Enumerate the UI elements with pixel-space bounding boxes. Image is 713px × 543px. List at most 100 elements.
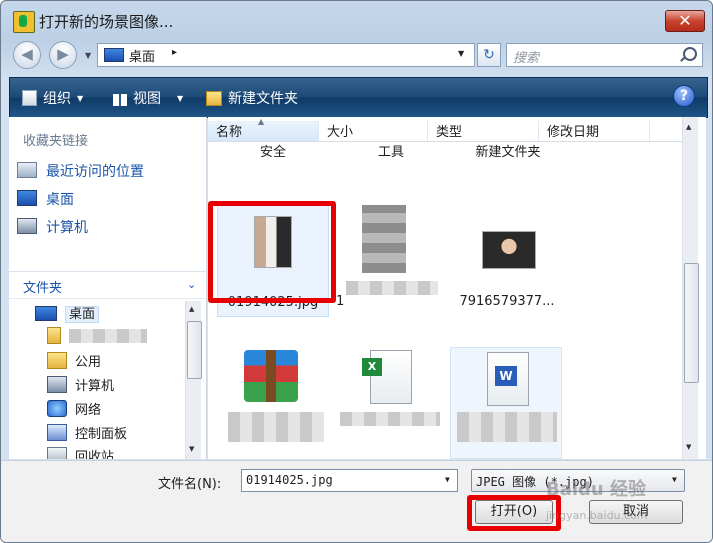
tree-item-user[interactable] (47, 327, 147, 349)
command-toolbar: 组织 ▼ 视图 ▼ 新建文件夹 ? (9, 77, 708, 118)
recent-places-icon (17, 162, 37, 178)
tree-item-computer[interactable]: 计算机 (47, 375, 114, 397)
address-row: ◀ ▶ ▼ 桌面 ▸ ▼ ↻ 搜索 (1, 37, 712, 71)
search-placeholder: 搜索 (513, 51, 540, 66)
help-icon[interactable]: ? (673, 85, 695, 107)
views-icon (113, 94, 127, 106)
chevron-down-icon[interactable]: ⌄ (187, 278, 196, 291)
title-bar: 打开新的场景图像... ✕ (1, 1, 712, 37)
column-label: 修改日期 (547, 125, 600, 140)
archive-file-tile[interactable] (222, 342, 332, 452)
column-label: 名称 (216, 125, 243, 140)
scroll-up-icon[interactable]: ▲ (686, 123, 691, 131)
address-bar[interactable]: 桌面 ▸ ▼ (97, 43, 475, 67)
redacted-filename (457, 412, 557, 442)
tree-item-control-panel[interactable]: 控制面板 (47, 423, 127, 445)
dialog-footer: 文件名(N): 01914025.jpg ▼ JPEG 图像 (*.jpg) ▼… (1, 460, 712, 542)
folder-label-new-folder[interactable]: 新建文件夹 (453, 141, 563, 160)
file-tile-3[interactable]: 7916579377... (452, 205, 562, 315)
file-list-scrollbar[interactable]: ▲ ▼ (682, 117, 699, 459)
organize-dropdown-icon: ▼ (77, 94, 84, 103)
selection-highlight-box (208, 201, 336, 303)
search-icon[interactable] (683, 47, 697, 61)
breadcrumb-arrow-icon[interactable]: ▸ (172, 47, 177, 58)
favorites-header: 收藏夹链接 (23, 134, 89, 149)
views-label: 视图 (133, 91, 161, 107)
new-folder-icon (206, 91, 222, 106)
favorite-recent-places[interactable]: 最近访问的位置 (17, 161, 144, 181)
recent-pages-dropdown[interactable]: ▼ (85, 51, 91, 60)
new-folder-label: 新建文件夹 (228, 91, 298, 107)
desktop-icon (17, 190, 37, 206)
redacted-filename (340, 412, 440, 426)
column-type[interactable]: 类型 (428, 121, 539, 141)
address-location[interactable]: 桌面 (129, 46, 155, 65)
folders-scroll-thumb[interactable] (187, 321, 202, 379)
tree-item-network[interactable]: 网络 (47, 399, 101, 421)
tree-label: 计算机 (75, 379, 115, 394)
watermark-url: jingyan.baidu.com (546, 509, 648, 522)
refresh-button[interactable]: ↻ (477, 43, 501, 67)
organize-label: 组织 (43, 91, 71, 107)
photo-thumbnail-icon (482, 231, 536, 269)
favorite-desktop[interactable]: 桌面 (17, 189, 74, 209)
watermark: Baidu 经验 (546, 479, 647, 500)
column-name[interactable]: ▲ 名称 (208, 117, 319, 141)
redacted-filename (228, 412, 324, 442)
filename-dropdown-icon[interactable]: ▼ (445, 475, 450, 484)
word-badge-icon: W (495, 366, 517, 386)
column-size[interactable]: 大小 (319, 121, 428, 141)
network-icon (47, 400, 67, 417)
close-button[interactable]: ✕ (665, 10, 705, 32)
scroll-down-icon[interactable]: ▼ (686, 443, 691, 451)
file-name: 1 (336, 294, 345, 309)
tree-label: 回收站 (75, 450, 115, 459)
scroll-up-icon[interactable]: ▲ (189, 305, 194, 313)
filename-label: 文件名(N): (158, 477, 222, 492)
tree-label: 网络 (75, 403, 102, 418)
column-modified[interactable]: 修改日期 (539, 121, 650, 141)
views-button[interactable]: 视图 ▼ (113, 88, 183, 108)
new-folder-button[interactable]: 新建文件夹 (206, 88, 298, 108)
forward-button[interactable]: ▶ (49, 41, 77, 69)
recycle-bin-icon (47, 447, 67, 459)
file-tile-2[interactable]: 1 (334, 205, 444, 315)
filename-input[interactable]: 01914025.jpg ▼ (241, 469, 458, 492)
tree-item-public[interactable]: 公用 (47, 351, 101, 373)
filename-value[interactable]: 01914025.jpg (246, 473, 333, 487)
redacted-filename (346, 281, 438, 295)
folders-header[interactable]: 文件夹 ⌄ (9, 271, 206, 299)
computer-icon (47, 376, 67, 393)
filetype-dropdown-icon[interactable]: ▼ (672, 475, 677, 484)
sort-ascending-icon: ▲ (258, 117, 265, 126)
column-label: 类型 (436, 125, 463, 140)
favorite-computer[interactable]: 计算机 (17, 217, 88, 237)
document-file-tile[interactable]: W (450, 347, 562, 459)
window-title: 打开新的场景图像... (39, 13, 174, 31)
folders-scrollbar[interactable]: ▲ ▼ (185, 301, 202, 459)
favorite-label: 桌面 (46, 192, 74, 208)
favorite-label: 计算机 (46, 220, 88, 236)
address-dropdown-icon[interactable]: ▼ (458, 49, 464, 58)
organize-button[interactable]: 组织 ▼ (22, 88, 83, 108)
redacted-username (69, 329, 147, 343)
favorite-label: 最近访问的位置 (46, 164, 144, 180)
views-dropdown-icon: ▼ (177, 94, 184, 103)
tree-item-recycle-bin[interactable]: 回收站 (47, 446, 114, 459)
folders-header-label: 文件夹 (23, 281, 63, 296)
app-icon (13, 11, 35, 33)
organize-icon (22, 90, 37, 106)
file-list-pane: ▲ 名称 大小 类型 修改日期 安全 工具 新建文件夹 01914025.jpg … (208, 117, 706, 459)
file-list-scroll-thumb[interactable] (684, 263, 699, 383)
public-folder-icon (47, 352, 67, 369)
spreadsheet-file-tile[interactable]: X (338, 342, 448, 452)
tree-label: 桌面 (65, 306, 100, 323)
search-input[interactable]: 搜索 (506, 43, 703, 67)
back-button[interactable]: ◀ (13, 41, 41, 69)
scroll-down-icon[interactable]: ▼ (189, 445, 194, 453)
tree-item-desktop[interactable]: 桌面 (35, 303, 100, 325)
open-file-dialog: 打开新的场景图像... ✕ ◀ ▶ ▼ 桌面 ▸ ▼ ↻ 搜索 组织 ▼ 视图 ▼ … (0, 0, 713, 543)
folder-label-tools[interactable]: 工具 (336, 141, 446, 160)
folder-label-security[interactable]: 安全 (218, 141, 328, 160)
computer-icon (17, 218, 37, 234)
